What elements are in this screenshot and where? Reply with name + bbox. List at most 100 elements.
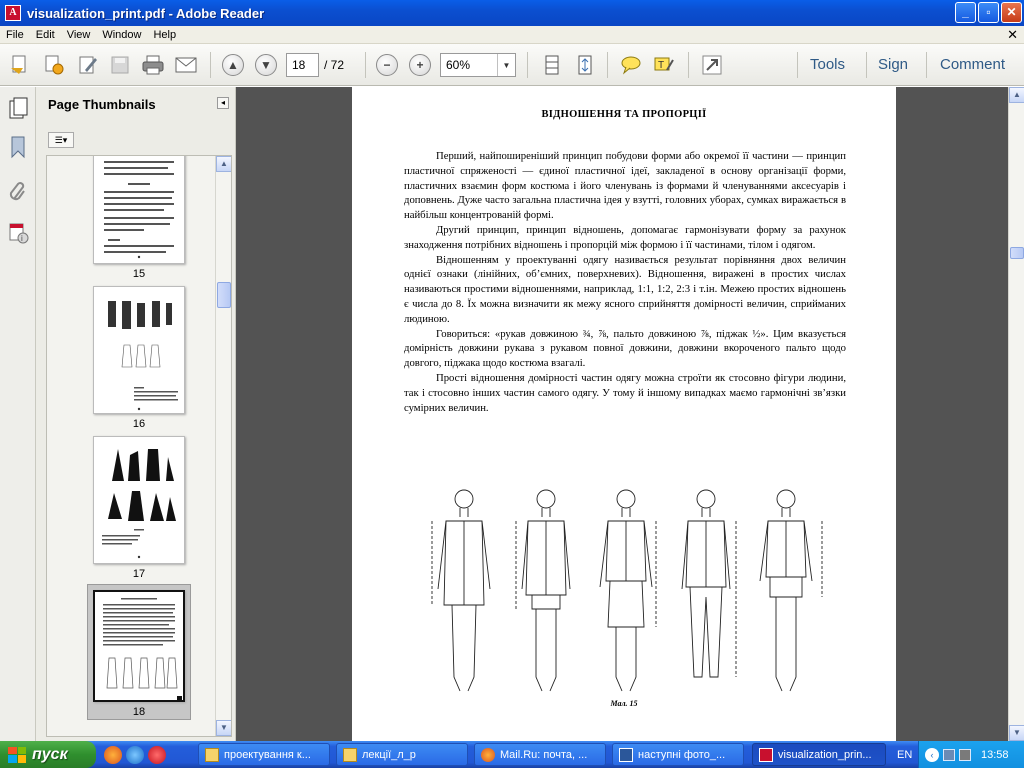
page-heading: ВІДНОШЕННЯ ТА ПРОПОРЦІЇ — [541, 109, 707, 120]
attachments-icon[interactable] — [8, 179, 28, 201]
toolbar-separator — [365, 52, 366, 78]
toolbar-separator — [607, 52, 608, 78]
thumbnail-scrollbar[interactable]: ▲ ▼ — [215, 156, 231, 736]
taskbar-item[interactable]: наступні фото_... — [612, 743, 744, 766]
scrolling-mode-icon[interactable] — [540, 53, 564, 77]
taskbar-item[interactable]: Mail.Ru: почта, ... — [474, 743, 606, 766]
scrollbar-thumb[interactable] — [217, 282, 231, 308]
document-scrollbar[interactable]: ▲ ▼ — [1008, 87, 1024, 741]
tools-button[interactable]: Tools — [810, 56, 845, 73]
menu-help[interactable]: Help — [147, 29, 182, 41]
scrollbar-thumb[interactable] — [1010, 247, 1024, 259]
panel-title: Page Thumbnails — [48, 97, 156, 112]
sticky-note-icon[interactable] — [619, 53, 643, 77]
taskbar-item-label: visualization_prin... — [778, 748, 872, 761]
fit-page-icon[interactable] — [573, 53, 597, 77]
next-page-icon[interactable]: ▼ — [254, 53, 278, 77]
thumbnail-page[interactable] — [93, 286, 185, 414]
scroll-down-icon[interactable]: ▼ — [216, 720, 231, 736]
folder-icon — [343, 747, 357, 762]
thumbnail-page-selected[interactable] — [93, 590, 185, 702]
page-body: Перший, найпоширеніший принцип побудови … — [404, 149, 846, 415]
page-thumbnails-icon[interactable] — [8, 97, 28, 119]
pdf-icon: A — [5, 5, 21, 21]
maximize-button[interactable]: ▫ — [978, 2, 999, 23]
start-button[interactable]: пуск — [0, 741, 96, 768]
toolbar-separator — [797, 52, 798, 78]
full-screen-icon[interactable] — [700, 53, 724, 77]
system-tray: EN ‹ 13:58 — [897, 741, 1024, 768]
title-bar: A visualization_print.pdf - Adobe Reader… — [0, 0, 1024, 26]
thumbnail-options-button[interactable]: ☰▾ — [48, 132, 74, 148]
language-indicator[interactable]: EN — [897, 749, 917, 761]
sign-button[interactable]: Sign — [878, 56, 908, 73]
layers-icon[interactable]: i — [8, 221, 29, 244]
menu-view[interactable]: View — [61, 29, 97, 41]
thumbnail-label: 17 — [132, 568, 146, 580]
previous-page-icon[interactable]: ▲ — [221, 53, 245, 77]
menu-edit[interactable]: Edit — [30, 29, 61, 41]
quick-launch — [104, 745, 188, 764]
save-icon[interactable] — [108, 53, 132, 77]
folder-icon — [205, 747, 219, 762]
toolbar-separator — [527, 52, 528, 78]
scroll-up-icon[interactable]: ▲ — [1009, 87, 1024, 103]
menu-bar: File Edit View Window Help ✕ — [0, 26, 1024, 44]
menu-window[interactable]: Window — [96, 29, 147, 41]
menu-file[interactable]: File — [0, 29, 30, 41]
zoom-out-icon[interactable]: − — [375, 53, 399, 77]
network-icon[interactable] — [943, 748, 955, 761]
toolbar-separator — [866, 52, 867, 78]
zoom-in-icon[interactable]: + — [408, 53, 432, 77]
print-icon[interactable] — [141, 53, 165, 77]
bookmarks-icon[interactable] — [8, 135, 28, 159]
show-hidden-icons-icon[interactable]: ‹ — [925, 747, 939, 762]
start-label: пуск — [32, 745, 68, 763]
pdf-icon — [759, 747, 773, 762]
taskbar-item-label: Mail.Ru: почта, ... — [500, 748, 588, 761]
clock[interactable]: 13:58 — [981, 749, 1009, 761]
thumbnails-panel: Page Thumbnails ◂ ☰▾ 15 16 17 18 ▲ ▼ — [36, 87, 236, 741]
page-number-input[interactable] — [286, 53, 319, 77]
minimize-button[interactable]: _ — [955, 2, 976, 23]
opera-icon[interactable] — [148, 745, 166, 764]
figure-caption: Мал. 15 — [610, 699, 638, 708]
taskbar-item-label: наступні фото_... — [638, 748, 726, 761]
toolbar-separator — [926, 52, 927, 78]
combine-files-icon[interactable] — [42, 53, 66, 77]
firefox-icon[interactable] — [104, 745, 122, 764]
scroll-up-icon[interactable]: ▲ — [216, 156, 231, 172]
document-close-icon[interactable]: ✕ — [1007, 28, 1018, 41]
page-total-label: / 72 — [324, 58, 345, 72]
taskbar-item[interactable]: проектування к... — [198, 743, 330, 766]
thumbnail-page[interactable] — [93, 156, 185, 264]
paragraph: Прості відношення домірності частин одяг… — [404, 371, 846, 414]
email-icon[interactable] — [174, 53, 198, 77]
zoom-input[interactable] — [441, 54, 497, 76]
chevron-down-icon[interactable]: ▼ — [497, 54, 515, 76]
paragraph: Перший, найпоширеніший принцип побудови … — [404, 150, 846, 222]
close-button[interactable]: ✕ — [1001, 2, 1022, 23]
taskbar-item-active[interactable]: visualization_prin... — [752, 743, 886, 766]
document-viewer[interactable]: ВІДНОШЕННЯ ТА ПРОПОРЦІЇ Перший, найпошир… — [236, 87, 1008, 741]
windows-logo-icon — [8, 746, 26, 763]
taskbar-item[interactable]: лекції_л_р — [336, 743, 468, 766]
paragraph: Відношенням у проектуванні одягу називає… — [404, 253, 846, 325]
thumbnail-page[interactable] — [93, 436, 185, 564]
thumbnail-label: 16 — [132, 418, 146, 430]
word-icon — [619, 747, 633, 762]
collapse-panel-icon[interactable]: ◂ — [217, 97, 229, 109]
thumbnail-list[interactable]: 15 16 17 18 ▲ ▼ — [46, 155, 232, 737]
document-page: ВІДНОШЕННЯ ТА ПРОПОРЦІЇ Перший, найпошир… — [352, 87, 896, 741]
scroll-down-icon[interactable]: ▼ — [1009, 725, 1024, 741]
volume-icon[interactable] — [959, 748, 971, 761]
highlight-text-icon[interactable]: T — [652, 53, 676, 77]
internet-explorer-icon[interactable] — [126, 745, 144, 764]
zoom-select[interactable]: ▼ — [440, 53, 516, 77]
svg-text:T: T — [658, 60, 664, 71]
create-pdf-icon[interactable] — [8, 53, 32, 77]
comment-button[interactable]: Comment — [940, 56, 1005, 73]
edit-document-icon[interactable] — [76, 53, 100, 77]
fashion-figures-illustration — [431, 489, 823, 692]
thumbnail-label: 18 — [132, 706, 146, 718]
